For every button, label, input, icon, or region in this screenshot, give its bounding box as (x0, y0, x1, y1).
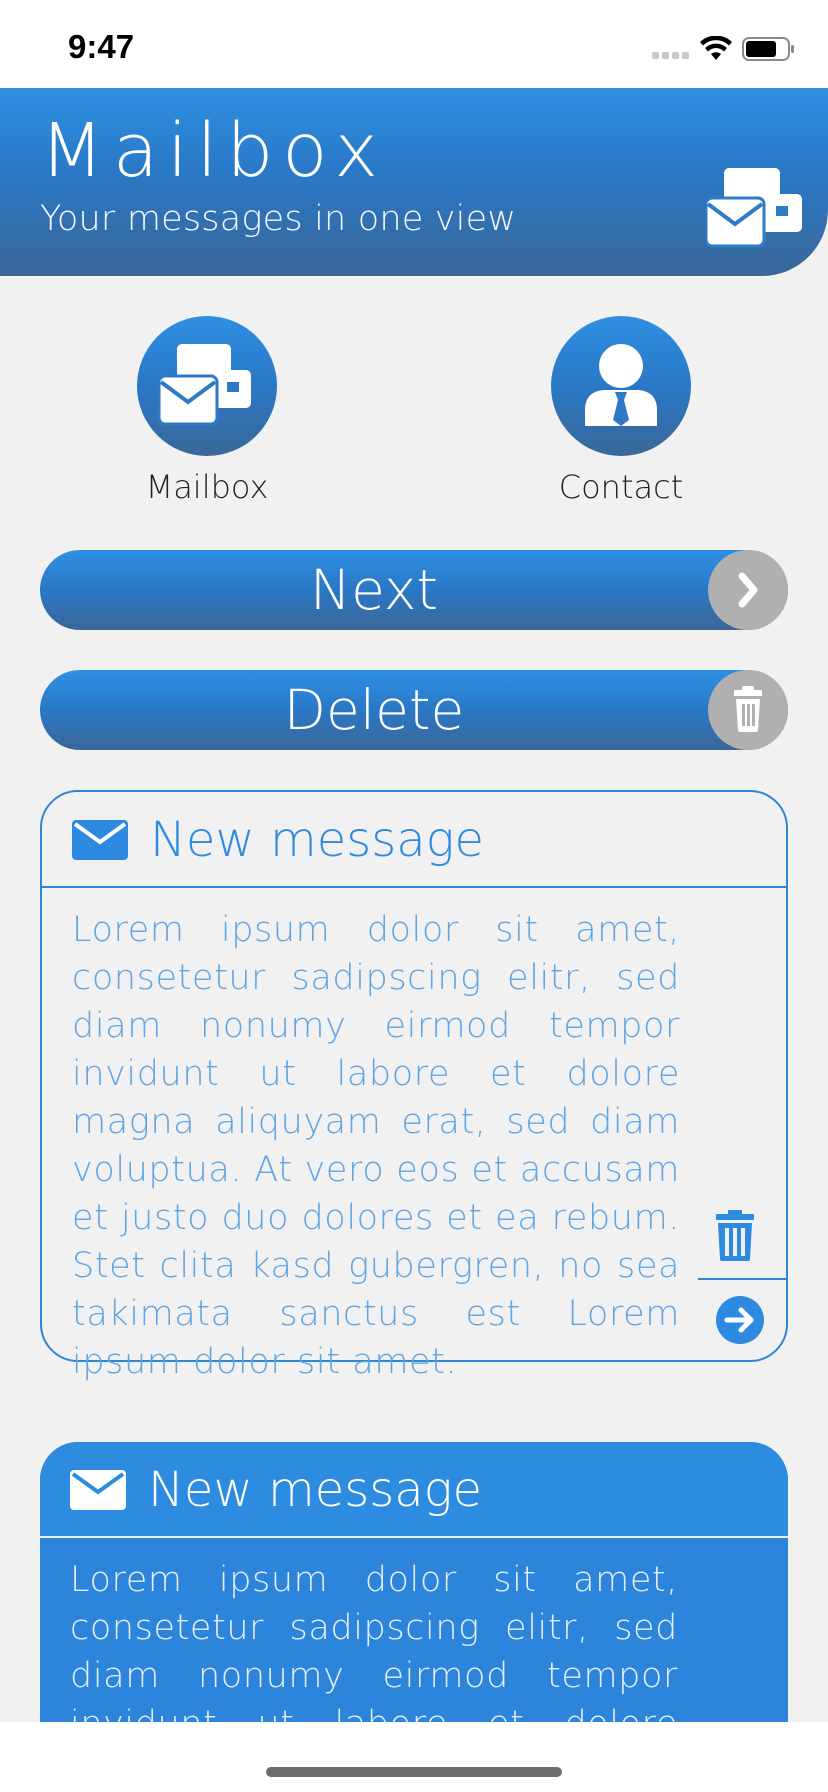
cellular-signal-icon (652, 52, 689, 59)
shortcut-contact-circle[interactable] (551, 316, 691, 456)
home-indicator[interactable] (266, 1767, 562, 1777)
card-action-divider (698, 1278, 788, 1280)
shortcut-mailbox-label: Mailbox (145, 468, 269, 506)
next-knob[interactable] (708, 550, 788, 630)
mailbox-icon (157, 344, 251, 426)
message-card-title: New message (150, 812, 485, 868)
wifi-icon (700, 36, 732, 60)
contact-person-icon (585, 344, 657, 426)
app-title: Mailbox (40, 108, 388, 194)
status-bar: 9:47 (0, 0, 828, 88)
message-card[interactable]: New message Lorem ipsum dolor sit amet, … (40, 790, 788, 1382)
delete-button-label: Delete (283, 678, 465, 742)
mailbox-icon (706, 168, 802, 248)
envelope-icon (72, 820, 128, 860)
shortcut-mailbox[interactable]: Mailbox (107, 316, 307, 508)
shortcut-mailbox-circle[interactable] (137, 316, 277, 456)
message-card-body: Lorem ipsum dolor sit amet, consetetur s… (70, 1560, 678, 1722)
shortcut-contact-label: Contact (558, 468, 684, 506)
message-card-body: Lorem ipsum dolor sit amet, consetetur s… (72, 910, 680, 1382)
trash-icon[interactable] (714, 1210, 756, 1262)
envelope-icon (70, 1470, 126, 1510)
delete-knob[interactable] (708, 670, 788, 750)
chevron-right-icon (738, 572, 758, 608)
shortcut-contact[interactable]: Contact (521, 316, 721, 508)
message-card-highlighted[interactable]: New message Lorem ipsum dolor sit amet, … (40, 1442, 788, 1722)
app-header: Mailbox Your messages in one view (0, 88, 828, 276)
next-button-label: Next (309, 558, 439, 622)
message-card-header: New message (40, 1442, 788, 1538)
home-indicator-area (0, 1722, 828, 1792)
message-card-title: New message (148, 1462, 483, 1518)
delete-button[interactable]: Delete (40, 670, 788, 750)
app-subtitle: Your messages in one view (40, 199, 517, 239)
arrow-right-circle-icon[interactable] (716, 1296, 764, 1344)
status-time: 9:47 (68, 28, 135, 65)
trash-icon (734, 686, 762, 732)
battery-icon (742, 37, 794, 61)
next-button[interactable]: Next (40, 550, 788, 630)
message-card-header: New message (42, 792, 786, 888)
